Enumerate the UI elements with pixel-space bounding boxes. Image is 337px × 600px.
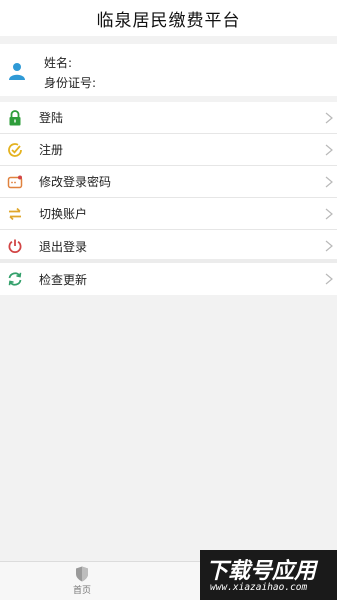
menu-item-label: 检查更新 xyxy=(39,272,88,287)
menu-item-change-password[interactable]: 修改登录密码 xyxy=(0,166,337,198)
page-title: 临泉居民缴费平台 xyxy=(96,10,241,31)
chevron-right-icon xyxy=(325,144,333,156)
user-info-card: 姓名: 身份证号: xyxy=(0,44,337,96)
menu-item-label: 注册 xyxy=(39,143,64,157)
refresh-icon xyxy=(8,272,22,286)
shield-icon xyxy=(76,566,88,582)
menu-item-register[interactable]: 注册 xyxy=(0,134,337,166)
menu-item-check-update[interactable]: 检查更新 xyxy=(0,263,337,295)
menu-item-login[interactable]: 登陆 xyxy=(0,102,337,134)
clock-check-icon xyxy=(8,143,22,157)
chevron-right-icon xyxy=(325,112,333,124)
menu-item-label: 退出登录 xyxy=(39,239,88,254)
chevron-right-icon xyxy=(325,176,333,188)
name-label: 姓名: xyxy=(44,56,73,70)
menu-item-label: 切换账户 xyxy=(39,207,88,221)
password-icon xyxy=(7,175,23,189)
swap-icon xyxy=(9,207,21,221)
lock-icon xyxy=(9,110,21,126)
menu-item-label: 登陆 xyxy=(39,111,64,125)
update-menu: 检查更新 xyxy=(0,263,337,295)
chevron-right-icon xyxy=(325,273,333,285)
menu-item-switch-account[interactable]: 切换账户 xyxy=(0,198,337,230)
user-icon xyxy=(9,63,25,80)
watermark-url: www.xiazaihao.com xyxy=(210,582,308,593)
menu-item-logout[interactable]: 退出登录 xyxy=(0,230,337,262)
app-header: 临泉居民缴费平台 xyxy=(0,0,337,36)
tab-home-label: 首页 xyxy=(72,586,91,596)
chevron-right-icon xyxy=(325,240,333,252)
watermark-logo: 下载号应用 www.xiazaihao.com xyxy=(200,550,337,600)
watermark-title: 下载号应用 xyxy=(206,559,317,584)
power-icon xyxy=(8,239,22,253)
menu-item-label: 修改登录密码 xyxy=(39,175,112,189)
tab-home[interactable]: 首页 xyxy=(64,566,100,598)
chevron-right-icon xyxy=(325,208,333,220)
id-number-label: 身份证号: xyxy=(44,76,97,90)
account-menu: 登陆 注册 修改登录密码 切换账户 退出登录 xyxy=(0,102,337,262)
